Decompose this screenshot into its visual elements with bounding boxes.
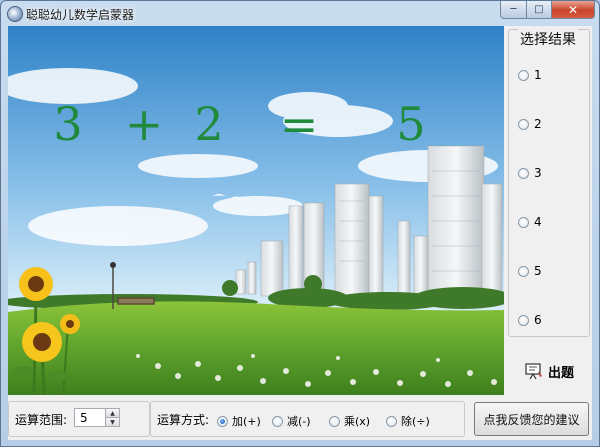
equation-operator: + xyxy=(124,97,164,151)
generate-question-label: 出题 xyxy=(547,365,574,381)
operation-option-subtract[interactable]: 减(-) xyxy=(272,413,311,429)
question-board-icon xyxy=(525,363,542,380)
result-option-label: 2 xyxy=(534,117,542,131)
bottom-toolbar: 运算范围: 5 ▲ ▼ 运算方式: 加(+) 减(-) 乘(x) 除(÷) 点我… xyxy=(8,398,592,438)
radio-icon[interactable] xyxy=(518,216,529,228)
equation-equals-sign: = xyxy=(279,97,319,151)
result-option-label: 5 xyxy=(534,264,542,278)
range-value[interactable]: 5 xyxy=(80,411,88,425)
result-option-label: 1 xyxy=(534,68,542,82)
radio-icon[interactable] xyxy=(518,314,529,326)
result-choice-group: 选择结果 1 2 3 4 5 6 xyxy=(508,29,590,337)
range-group: 运算范围: 5 ▲ ▼ xyxy=(8,401,150,437)
result-option-label: 4 xyxy=(534,215,542,229)
operation-option-label: 减(-) xyxy=(287,415,311,428)
result-option-5[interactable]: 5 xyxy=(518,264,542,278)
caption-buttons: ─ □ ✕ xyxy=(500,1,595,19)
stepper-up-button[interactable]: ▲ xyxy=(105,409,119,418)
equation-operand-1: 3 xyxy=(53,97,83,151)
scene-picture: 3 + 2 = 5 xyxy=(8,26,504,395)
client-area: 3 + 2 = 5 选择结果 1 2 3 4 5 6 出题 运算范围: 5 ▲ … xyxy=(8,26,592,440)
stepper-down-button[interactable]: ▼ xyxy=(105,418,119,426)
feedback-button[interactable]: 点我反馈您的建议 xyxy=(474,402,589,436)
equation-operand-2: 2 xyxy=(194,97,224,151)
result-option-6[interactable]: 6 xyxy=(518,313,542,327)
chevron-down-icon: ▼ xyxy=(110,418,115,426)
result-group-title: 选择结果 xyxy=(518,29,578,49)
close-button[interactable]: ✕ xyxy=(552,1,595,19)
range-stepper[interactable]: 5 ▲ ▼ xyxy=(74,408,120,427)
title-bar[interactable]: 聪聪幼儿数学启蒙器 ─ □ ✕ xyxy=(1,1,599,25)
radio-icon[interactable] xyxy=(386,415,397,427)
maximize-icon: □ xyxy=(534,4,544,15)
radio-icon[interactable] xyxy=(518,69,529,81)
result-option-2[interactable]: 2 xyxy=(518,117,542,131)
close-icon: ✕ xyxy=(567,2,579,17)
minimize-button[interactable]: ─ xyxy=(500,1,527,19)
operation-option-divide[interactable]: 除(÷) xyxy=(386,413,430,429)
result-option-3[interactable]: 3 xyxy=(518,166,542,180)
radio-icon[interactable] xyxy=(518,118,529,130)
minimize-icon: ─ xyxy=(510,4,517,15)
range-label: 运算范围: xyxy=(15,413,68,427)
result-option-label: 6 xyxy=(534,313,542,327)
landscape-image xyxy=(8,26,504,395)
radio-icon[interactable] xyxy=(272,415,283,427)
operation-option-multiply[interactable]: 乘(x) xyxy=(329,413,370,429)
equation-answer: 5 xyxy=(396,97,426,151)
operation-option-label: 除(÷) xyxy=(401,415,430,428)
radio-icon[interactable] xyxy=(518,265,529,277)
operation-option-label: 乘(x) xyxy=(344,415,371,428)
result-option-label: 3 xyxy=(534,166,542,180)
app-icon xyxy=(7,6,23,22)
result-option-4[interactable]: 4 xyxy=(518,215,542,229)
window-title: 聪聪幼儿数学启蒙器 xyxy=(26,8,135,22)
app-window: 聪聪幼儿数学启蒙器 ─ □ ✕ 3 + 2 = 5 选择结果 1 2 3 4 5… xyxy=(0,0,600,447)
operation-option-label: 加(+) xyxy=(232,415,261,428)
operation-group: 运算方式: 加(+) 减(-) 乘(x) 除(÷) xyxy=(150,401,465,437)
radio-icon[interactable] xyxy=(518,167,529,179)
result-option-1[interactable]: 1 xyxy=(518,68,542,82)
generate-question-button[interactable]: 出题 xyxy=(513,356,585,386)
chevron-up-icon: ▲ xyxy=(110,409,115,417)
radio-icon[interactable] xyxy=(329,415,340,427)
stepper-buttons: ▲ ▼ xyxy=(105,409,119,426)
operation-label: 运算方式: xyxy=(157,413,210,427)
operation-option-add[interactable]: 加(+) xyxy=(217,413,261,429)
radio-icon[interactable] xyxy=(217,415,228,427)
maximize-button[interactable]: □ xyxy=(527,1,552,19)
